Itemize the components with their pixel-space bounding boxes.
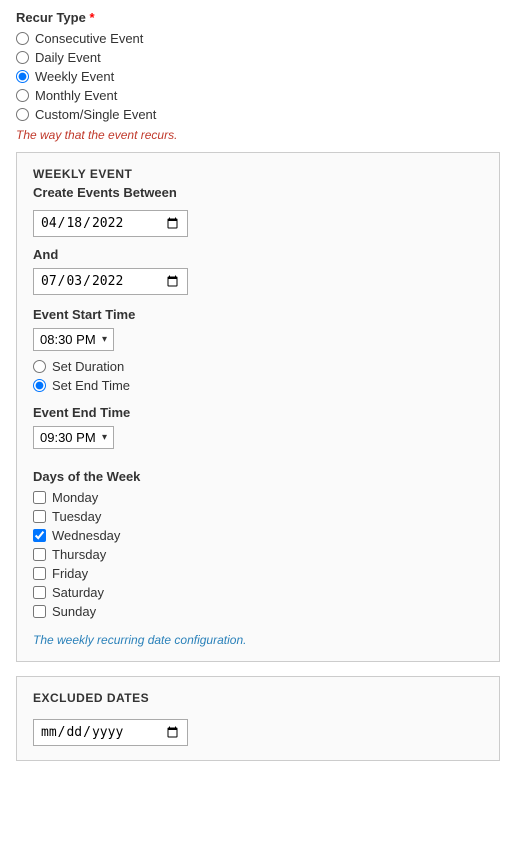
weekly-panel-subtitle: Create Events Between (33, 185, 483, 200)
radio-item-daily[interactable]: Daily Event (16, 50, 500, 65)
recur-type-hint: The way that the event recurs. (16, 128, 500, 142)
radio-set-duration[interactable] (33, 360, 46, 373)
end-time-select-wrap[interactable]: 09:30 PM 08:30 PM 10:00 PM 10:30 PM ▾ (33, 426, 114, 449)
day-item-saturday[interactable]: Saturday (33, 585, 483, 600)
set-end-time-item[interactable]: Set End Time (33, 378, 483, 393)
start-time-dropdown-icon: ▾ (102, 334, 107, 345)
start-date-input[interactable] (33, 210, 188, 237)
day-item-monday[interactable]: Monday (33, 490, 483, 505)
day-item-thursday[interactable]: Thursday (33, 547, 483, 562)
start-time-select-wrap[interactable]: 08:30 PM 08:00 PM 09:00 PM 09:30 PM ▾ (33, 328, 114, 351)
day-label-wednesday[interactable]: Wednesday (52, 528, 120, 543)
recur-type-section: Recur Type * Consecutive Event Daily Eve… (16, 10, 500, 142)
start-date-group (33, 210, 483, 237)
day-item-friday[interactable]: Friday (33, 566, 483, 581)
checkbox-saturday[interactable] (33, 586, 46, 599)
recur-type-label: Recur Type * (16, 10, 500, 25)
end-time-dropdown-icon: ▾ (102, 432, 107, 443)
radio-label-consecutive[interactable]: Consecutive Event (35, 31, 143, 46)
excluded-dates-content (33, 715, 483, 746)
event-end-time-label: Event End Time (33, 405, 483, 420)
days-of-week-section: Days of the Week Monday Tuesday Wednesda… (33, 469, 483, 619)
radio-item-weekly[interactable]: Weekly Event (16, 69, 500, 84)
checkbox-thursday[interactable] (33, 548, 46, 561)
weekly-event-panel: WEEKLY EVENT Create Events Between And E… (16, 152, 500, 662)
and-label: And (33, 247, 483, 262)
radio-label-daily[interactable]: Daily Event (35, 50, 101, 65)
checkbox-monday[interactable] (33, 491, 46, 504)
radio-custom[interactable] (16, 108, 29, 121)
set-duration-item[interactable]: Set Duration (33, 359, 483, 374)
set-duration-label[interactable]: Set Duration (52, 359, 124, 374)
day-label-thursday[interactable]: Thursday (52, 547, 106, 562)
day-item-tuesday[interactable]: Tuesday (33, 509, 483, 524)
duration-options: Set Duration Set End Time (33, 359, 483, 393)
radio-set-end-time[interactable] (33, 379, 46, 392)
recur-type-radio-group: Consecutive Event Daily Event Weekly Eve… (16, 31, 500, 122)
excluded-input-row (33, 719, 483, 746)
required-indicator: * (89, 10, 94, 25)
end-date-input[interactable] (33, 268, 188, 295)
weekly-panel-title: WEEKLY EVENT (33, 167, 483, 181)
radio-monthly[interactable] (16, 89, 29, 102)
radio-label-custom[interactable]: Custom/Single Event (35, 107, 156, 122)
day-item-sunday[interactable]: Sunday (33, 604, 483, 619)
start-time-select[interactable]: 08:30 PM 08:00 PM 09:00 PM 09:30 PM (40, 332, 100, 347)
radio-label-weekly[interactable]: Weekly Event (35, 69, 114, 84)
end-date-group (33, 268, 483, 295)
set-end-time-label[interactable]: Set End Time (52, 378, 130, 393)
checkbox-wednesday[interactable] (33, 529, 46, 542)
days-list: Monday Tuesday Wednesday Thursday Friday (33, 490, 483, 619)
day-label-sunday[interactable]: Sunday (52, 604, 96, 619)
page-container: Recur Type * Consecutive Event Daily Eve… (0, 0, 516, 771)
event-start-time-label: Event Start Time (33, 307, 483, 322)
day-item-wednesday[interactable]: Wednesday (33, 528, 483, 543)
excluded-dates-title: EXCLUDED DATES (33, 691, 483, 705)
radio-item-consecutive[interactable]: Consecutive Event (16, 31, 500, 46)
radio-consecutive[interactable] (16, 32, 29, 45)
checkbox-sunday[interactable] (33, 605, 46, 618)
radio-label-monthly[interactable]: Monthly Event (35, 88, 117, 103)
days-of-week-label: Days of the Week (33, 469, 483, 484)
radio-weekly[interactable] (16, 70, 29, 83)
excluded-date-input[interactable] (33, 719, 188, 746)
checkbox-friday[interactable] (33, 567, 46, 580)
radio-item-monthly[interactable]: Monthly Event (16, 88, 500, 103)
day-label-monday[interactable]: Monday (52, 490, 98, 505)
end-time-select[interactable]: 09:30 PM 08:30 PM 10:00 PM 10:30 PM (40, 430, 100, 445)
checkbox-tuesday[interactable] (33, 510, 46, 523)
radio-daily[interactable] (16, 51, 29, 64)
radio-item-custom[interactable]: Custom/Single Event (16, 107, 500, 122)
day-label-saturday[interactable]: Saturday (52, 585, 104, 600)
day-label-friday[interactable]: Friday (52, 566, 88, 581)
excluded-dates-panel: EXCLUDED DATES (16, 676, 500, 761)
day-label-tuesday[interactable]: Tuesday (52, 509, 101, 524)
weekly-panel-hint: The weekly recurring date configuration. (33, 633, 483, 647)
